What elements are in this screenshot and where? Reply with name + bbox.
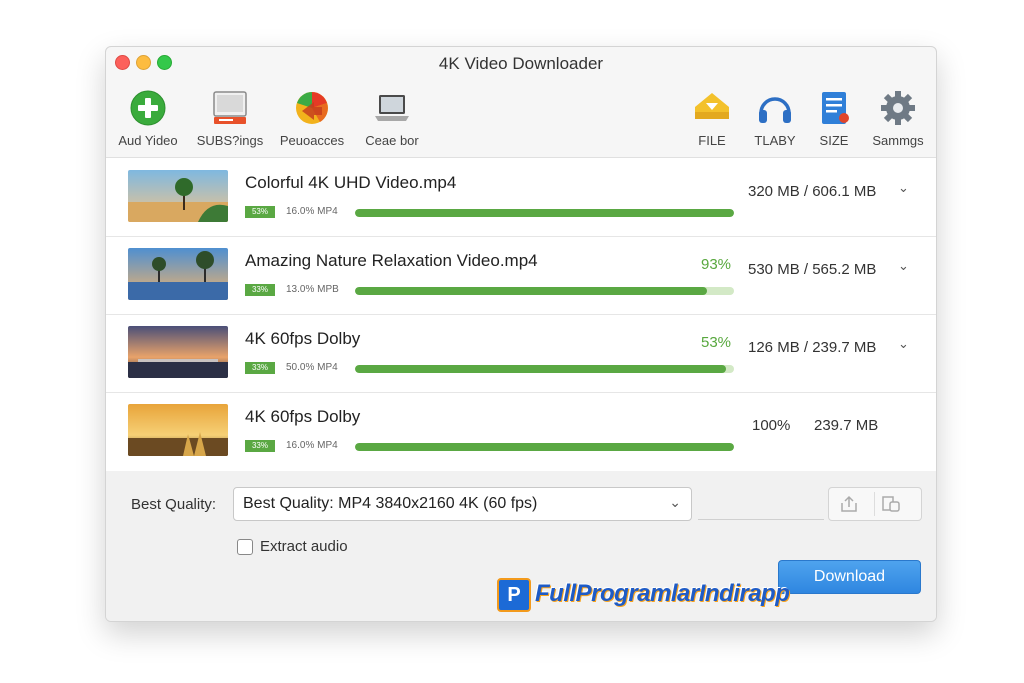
progress-bar (355, 443, 734, 451)
progress-bar (355, 287, 734, 295)
title-bar: 4K Video Downloader (106, 47, 936, 77)
file-button[interactable]: FILE (690, 89, 734, 148)
download-row[interactable]: 4K 60fps Dolby 33% 50.0% MP4 53% 126 MB … (106, 314, 936, 393)
download-row[interactable]: Colorful 4K UHD Video.mp4 53% 16.0% MP4 … (106, 158, 936, 237)
status-badge: 33% (245, 284, 275, 296)
document-icon (822, 92, 849, 124)
proxies-button[interactable]: Peuoacces (278, 89, 346, 148)
app-window: 4K Video Downloader Aud Yideo SUBS?ings (105, 46, 937, 622)
size-text: 320 MB / 606.1 MB (748, 183, 877, 200)
file-meta: 16.0% MP4 (286, 206, 338, 217)
chevron-down-icon: ⌄ (669, 494, 681, 510)
video-thumbnail (128, 248, 228, 300)
chevron-down-icon[interactable]: ⌄ (898, 336, 909, 352)
progress-fill (355, 365, 727, 373)
file-meta: 13.0% MPB (286, 284, 339, 295)
status-badge: 33% (245, 362, 275, 374)
settings-button[interactable]: Sammgs (868, 89, 928, 148)
percent-text: 93% (701, 256, 732, 273)
window-title: 4K Video Downloader (438, 54, 604, 73)
subtitles-label: SUBS?ings (196, 133, 264, 148)
percent-text: 53% (701, 334, 732, 351)
action-icon-group (828, 487, 922, 521)
watermark-logo: P FullProgramlarIndirapp (495, 575, 830, 612)
file-name: 4K 60fps Dolby (245, 407, 361, 426)
video-thumbnail (128, 326, 228, 378)
clear-label: Ceae bor (365, 133, 419, 148)
subtitles-button[interactable]: SUBS?ings (194, 89, 266, 148)
file-meta: 50.0% MP4 (286, 362, 338, 373)
laptop-icon (375, 95, 409, 121)
file-label: FILE (698, 133, 726, 148)
progress-fill (355, 287, 708, 295)
quality-label: Best Quality: (131, 496, 217, 513)
quality-select[interactable]: Best Quality: MP4 3840x2160 4K (60 fps) … (233, 487, 692, 521)
status-badge: 53% (245, 206, 275, 218)
percent-text: 100% (752, 417, 791, 434)
chevron-down-icon[interactable]: ⌄ (898, 180, 909, 196)
clear-button[interactable]: Ceae bor (358, 89, 426, 148)
monitor-icon (213, 91, 247, 124)
share-icon[interactable] (839, 495, 859, 513)
status-badge: 33% (245, 440, 275, 452)
color-wheel-icon (296, 92, 328, 124)
video-thumbnail (128, 404, 228, 456)
add-video-label: Aud Yideo (118, 133, 178, 148)
proxies-label: Peuoacces (279, 133, 345, 148)
gear-icon (881, 91, 915, 125)
download-row[interactable]: Amazing Nature Relaxation Video.mp4 33% … (106, 236, 936, 315)
size-label: SIZE (819, 133, 849, 148)
copy-icon[interactable] (881, 495, 901, 513)
quality-value: Best Quality: MP4 3840x2160 4K (60 fps) (243, 495, 538, 512)
library-button[interactable]: TLABY (750, 89, 800, 148)
progress-fill (355, 209, 734, 217)
add-video-button[interactable]: Aud Yideo (114, 89, 182, 148)
size-text: 239.7 MB (814, 417, 879, 434)
toolbar: Aud Yideo SUBS?ings Peuoacces Ceae bor F… (106, 79, 936, 157)
extract-audio-checkbox[interactable] (237, 539, 253, 555)
file-name: Colorful 4K UHD Video.mp4 (245, 173, 457, 192)
download-list: Colorful 4K UHD Video.mp4 53% 16.0% MP4 … (106, 157, 936, 472)
divider (874, 492, 875, 516)
file-name: 4K 60fps Dolby (245, 329, 361, 348)
file-meta: 16.0% MP4 (286, 440, 338, 451)
library-label: TLABY (754, 133, 796, 148)
folder-download-icon (695, 93, 729, 119)
extract-audio-label[interactable]: Extract audio (260, 538, 348, 555)
size-button[interactable]: SIZE (812, 89, 856, 148)
file-name: Amazing Nature Relaxation Video.mp4 (245, 251, 538, 270)
save-path-field[interactable] (698, 487, 824, 520)
settings-label: Sammgs (872, 133, 924, 148)
progress-fill (355, 443, 734, 451)
progress-bar (355, 209, 734, 217)
watermark-logo-icon: P (497, 578, 531, 612)
progress-bar (355, 365, 734, 373)
chevron-down-icon[interactable]: ⌄ (898, 258, 909, 274)
video-thumbnail (128, 170, 228, 222)
plus-circle-icon (130, 90, 166, 126)
size-text: 530 MB / 565.2 MB (748, 261, 877, 278)
headphones-icon (759, 97, 791, 123)
watermark-text: FullProgramlarIndirapp (535, 580, 790, 607)
download-row[interactable]: 4K 60fps Dolby 33% 16.0% MP4 100% 239.7 … (106, 392, 936, 470)
size-text: 126 MB / 239.7 MB (748, 339, 877, 356)
